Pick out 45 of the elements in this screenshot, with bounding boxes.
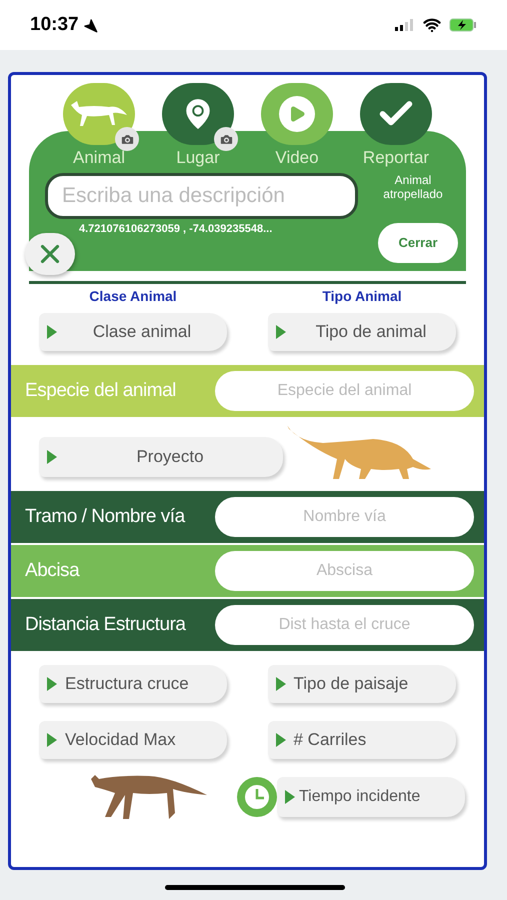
- triangle-icon: [276, 677, 286, 691]
- step-label: Reportar: [362, 147, 430, 169]
- input-field[interactable]: Especie del animal: [215, 371, 474, 411]
- selector-header: Tipo Animal: [322, 287, 402, 306]
- field-label: Abcisa: [25, 558, 81, 583]
- battery-icon: [449, 18, 477, 32]
- location-arrow-icon: [82, 18, 98, 32]
- input-field[interactable]: Nombre vía: [215, 497, 474, 537]
- close-button[interactable]: Cerrar: [378, 223, 458, 263]
- dropdown-button[interactable]: Velocidad Max: [39, 721, 227, 759]
- coordinates-text: 4.721076106273059 , -74.039235548...: [79, 222, 272, 236]
- step-label: Video: [274, 147, 320, 169]
- status-time: 10:37: [30, 12, 79, 37]
- dropdown-button[interactable]: Tipo de paisaje: [268, 665, 456, 703]
- dropdown-button[interactable]: Estructura cruce: [39, 665, 227, 703]
- clock-icon: [237, 777, 277, 817]
- step-button[interactable]: [63, 83, 135, 145]
- triangle-icon: [47, 450, 57, 464]
- input-field[interactable]: Abscisa: [215, 551, 474, 591]
- step-button[interactable]: [162, 83, 234, 145]
- triangle-icon: [47, 325, 57, 339]
- fox-icon: [69, 99, 129, 129]
- play-icon: [279, 96, 315, 132]
- dropdown-button[interactable]: Clase animal: [39, 313, 227, 351]
- triangle-icon: [285, 790, 295, 804]
- triangle-icon: [276, 733, 286, 747]
- step-label: Animal: [72, 147, 126, 169]
- time-button[interactable]: Tiempo incidente: [277, 777, 465, 817]
- signal-icon: [395, 19, 415, 31]
- close-icon-button[interactable]: [25, 233, 75, 275]
- triangle-icon: [47, 733, 57, 747]
- step-label: Lugar: [175, 147, 221, 169]
- dropdown-button[interactable]: # Carriles: [268, 721, 456, 759]
- field-label: Distancia Estructura: [25, 612, 187, 637]
- description-field[interactable]: Escriba una descripción: [45, 172, 358, 218]
- project-button[interactable]: Proyecto: [39, 437, 283, 477]
- dropdown-button[interactable]: Tipo de animal: [268, 313, 456, 351]
- field-label: Tramo / Nombre vía: [25, 504, 186, 529]
- field-label: Especie del animal: [25, 378, 177, 403]
- triangle-icon: [276, 325, 286, 339]
- selector-header: Clase Animal: [89, 287, 177, 306]
- input-field[interactable]: Dist hasta el cruce: [215, 605, 474, 645]
- report-type-label: Animal atropellado: [382, 172, 444, 200]
- triangle-icon: [47, 677, 57, 691]
- wifi-icon: [423, 16, 441, 34]
